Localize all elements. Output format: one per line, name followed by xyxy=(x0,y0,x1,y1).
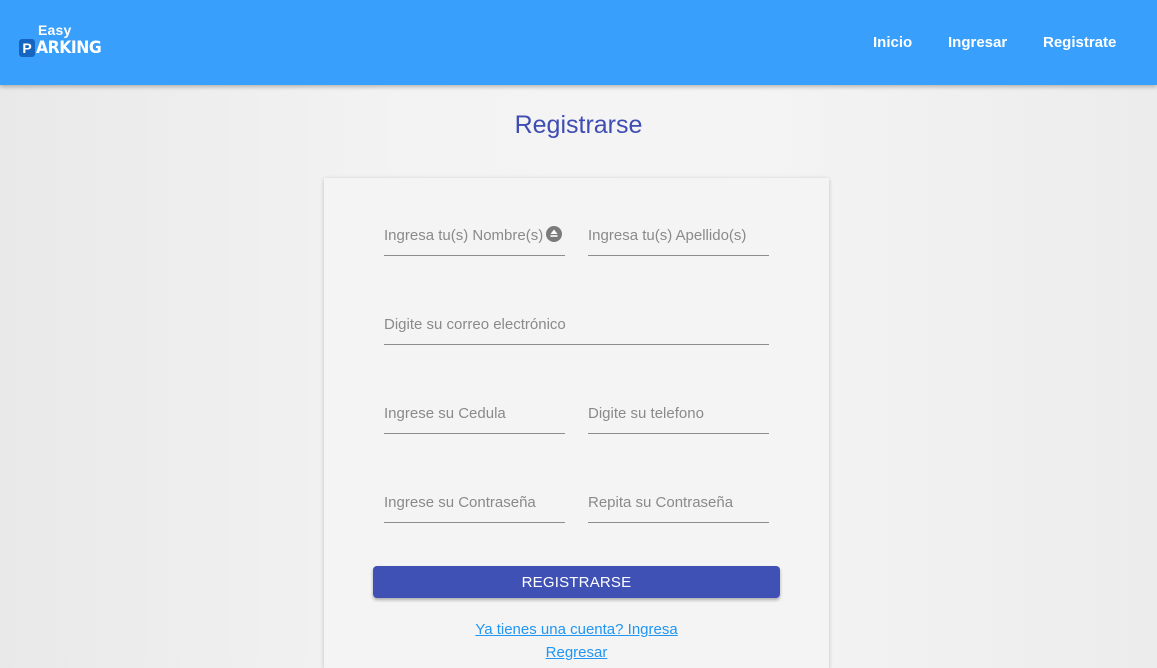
cedula-field xyxy=(384,393,565,434)
password-field xyxy=(384,482,565,523)
register-button[interactable]: REGISTRARSE xyxy=(373,566,780,598)
telefono-field xyxy=(588,393,769,434)
password-input[interactable] xyxy=(384,490,565,514)
correo-input[interactable] xyxy=(384,312,769,336)
apellido-field xyxy=(588,215,769,256)
telefono-input[interactable] xyxy=(588,401,769,425)
password-repeat-input[interactable] xyxy=(588,490,769,514)
apellido-input[interactable] xyxy=(588,223,769,247)
back-link[interactable]: Regresar xyxy=(324,644,829,661)
nombre-field xyxy=(384,215,565,256)
contact-card-icon[interactable] xyxy=(546,226,562,242)
navbar: Easy P ARKING Inicio Ingresar Registrate xyxy=(0,0,1157,85)
easy-parking-logo[interactable]: Easy P ARKING xyxy=(19,22,102,62)
logo-p-badge: P xyxy=(19,39,35,57)
login-link[interactable]: Ya tienes una cuenta? Ingresa xyxy=(324,621,829,638)
nav-inicio[interactable]: Inicio xyxy=(873,34,912,51)
cedula-input[interactable] xyxy=(384,401,565,425)
correo-field xyxy=(384,304,769,345)
logo-text-easy: Easy xyxy=(38,22,72,38)
page-title: Registrarse xyxy=(514,111,643,139)
nombre-input[interactable] xyxy=(384,223,565,247)
logo-text-parking: ARKING xyxy=(36,38,102,58)
nav-ingresar[interactable]: Ingresar xyxy=(948,34,1007,51)
password-repeat-field xyxy=(588,482,769,523)
nav-registrate[interactable]: Registrate xyxy=(1043,34,1116,51)
register-card: REGISTRARSE Ya tienes una cuenta? Ingres… xyxy=(324,178,829,668)
